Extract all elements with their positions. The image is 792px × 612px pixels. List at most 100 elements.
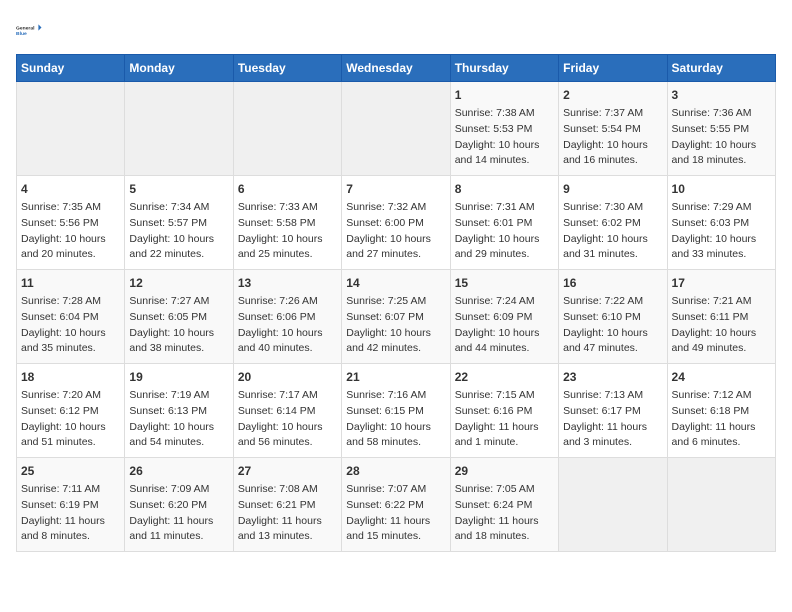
day-info: and 16 minutes. [563, 153, 662, 169]
day-info: Sunset: 6:10 PM [563, 310, 662, 326]
calendar-cell: 3Sunrise: 7:36 AMSunset: 5:55 PMDaylight… [667, 82, 775, 176]
day-info: Daylight: 11 hours [563, 420, 662, 436]
day-info: Daylight: 10 hours [672, 326, 771, 342]
day-info: and 40 minutes. [238, 341, 337, 357]
calendar-cell [667, 458, 775, 552]
header-day: Sunday [17, 55, 125, 82]
day-info: Sunrise: 7:32 AM [346, 200, 445, 216]
header-day: Saturday [667, 55, 775, 82]
calendar-cell: 9Sunrise: 7:30 AMSunset: 6:02 PMDaylight… [559, 176, 667, 270]
day-info: and 42 minutes. [346, 341, 445, 357]
calendar-cell: 13Sunrise: 7:26 AMSunset: 6:06 PMDayligh… [233, 270, 341, 364]
calendar-cell: 24Sunrise: 7:12 AMSunset: 6:18 PMDayligh… [667, 364, 775, 458]
day-info: Daylight: 10 hours [455, 232, 554, 248]
day-info: Daylight: 11 hours [346, 514, 445, 530]
day-info: and 13 minutes. [238, 529, 337, 545]
day-info: and 18 minutes. [455, 529, 554, 545]
calendar-cell: 16Sunrise: 7:22 AMSunset: 6:10 PMDayligh… [559, 270, 667, 364]
calendar-week: 1Sunrise: 7:38 AMSunset: 5:53 PMDaylight… [17, 82, 776, 176]
day-info: Daylight: 10 hours [21, 326, 120, 342]
day-number: 15 [455, 274, 554, 292]
day-info: and 3 minutes. [563, 435, 662, 451]
day-info: Sunrise: 7:24 AM [455, 294, 554, 310]
day-info: Daylight: 10 hours [129, 232, 228, 248]
day-info: Sunset: 6:11 PM [672, 310, 771, 326]
day-info: and 51 minutes. [21, 435, 120, 451]
day-info: Daylight: 10 hours [455, 138, 554, 154]
day-info: Daylight: 10 hours [21, 232, 120, 248]
day-info: and 1 minute. [455, 435, 554, 451]
day-info: and 54 minutes. [129, 435, 228, 451]
header-day: Friday [559, 55, 667, 82]
day-info: Sunset: 6:22 PM [346, 498, 445, 514]
day-number: 13 [238, 274, 337, 292]
day-info: Daylight: 10 hours [563, 138, 662, 154]
day-info: Daylight: 11 hours [672, 420, 771, 436]
day-info: Sunrise: 7:26 AM [238, 294, 337, 310]
day-info: Sunrise: 7:09 AM [129, 482, 228, 498]
calendar-cell: 8Sunrise: 7:31 AMSunset: 6:01 PMDaylight… [450, 176, 558, 270]
calendar-cell: 4Sunrise: 7:35 AMSunset: 5:56 PMDaylight… [17, 176, 125, 270]
day-info: Sunrise: 7:38 AM [455, 106, 554, 122]
day-info: and 22 minutes. [129, 247, 228, 263]
day-info: Sunset: 5:55 PM [672, 122, 771, 138]
day-info: Daylight: 10 hours [21, 420, 120, 436]
calendar-cell: 10Sunrise: 7:29 AMSunset: 6:03 PMDayligh… [667, 176, 775, 270]
calendar-cell: 27Sunrise: 7:08 AMSunset: 6:21 PMDayligh… [233, 458, 341, 552]
day-info: Sunrise: 7:16 AM [346, 388, 445, 404]
day-info: Daylight: 10 hours [672, 232, 771, 248]
day-info: Sunrise: 7:29 AM [672, 200, 771, 216]
day-info: Sunrise: 7:34 AM [129, 200, 228, 216]
day-number: 22 [455, 368, 554, 386]
day-info: Sunset: 6:19 PM [21, 498, 120, 514]
day-info: Daylight: 11 hours [129, 514, 228, 530]
day-info: Daylight: 10 hours [129, 326, 228, 342]
day-info: Sunrise: 7:11 AM [21, 482, 120, 498]
day-info: and 20 minutes. [21, 247, 120, 263]
header-day: Wednesday [342, 55, 450, 82]
day-info: Sunrise: 7:33 AM [238, 200, 337, 216]
day-info: Sunrise: 7:13 AM [563, 388, 662, 404]
day-info: Sunset: 5:57 PM [129, 216, 228, 232]
day-info: Sunrise: 7:35 AM [21, 200, 120, 216]
day-info: Sunset: 6:00 PM [346, 216, 445, 232]
day-info: Daylight: 11 hours [455, 420, 554, 436]
day-info: Sunset: 6:03 PM [672, 216, 771, 232]
day-info: Sunrise: 7:21 AM [672, 294, 771, 310]
calendar-cell: 6Sunrise: 7:33 AMSunset: 5:58 PMDaylight… [233, 176, 341, 270]
day-info: and 29 minutes. [455, 247, 554, 263]
calendar-cell: 19Sunrise: 7:19 AMSunset: 6:13 PMDayligh… [125, 364, 233, 458]
day-number: 21 [346, 368, 445, 386]
svg-text:Blue: Blue [16, 31, 27, 37]
day-number: 12 [129, 274, 228, 292]
day-number: 18 [21, 368, 120, 386]
calendar-week: 4Sunrise: 7:35 AMSunset: 5:56 PMDaylight… [17, 176, 776, 270]
day-info: Sunset: 6:21 PM [238, 498, 337, 514]
calendar-cell: 1Sunrise: 7:38 AMSunset: 5:53 PMDaylight… [450, 82, 558, 176]
day-info: and 58 minutes. [346, 435, 445, 451]
calendar-week: 25Sunrise: 7:11 AMSunset: 6:19 PMDayligh… [17, 458, 776, 552]
day-info: Daylight: 11 hours [238, 514, 337, 530]
day-info: and 56 minutes. [238, 435, 337, 451]
day-info: Sunrise: 7:05 AM [455, 482, 554, 498]
calendar-cell: 23Sunrise: 7:13 AMSunset: 6:17 PMDayligh… [559, 364, 667, 458]
calendar-cell [342, 82, 450, 176]
day-number: 23 [563, 368, 662, 386]
day-number: 3 [672, 86, 771, 104]
calendar-cell: 28Sunrise: 7:07 AMSunset: 6:22 PMDayligh… [342, 458, 450, 552]
day-info: Sunset: 6:12 PM [21, 404, 120, 420]
day-info: Sunset: 6:02 PM [563, 216, 662, 232]
day-info: and 31 minutes. [563, 247, 662, 263]
day-info: and 47 minutes. [563, 341, 662, 357]
calendar-cell: 26Sunrise: 7:09 AMSunset: 6:20 PMDayligh… [125, 458, 233, 552]
calendar-cell: 25Sunrise: 7:11 AMSunset: 6:19 PMDayligh… [17, 458, 125, 552]
day-number: 7 [346, 180, 445, 198]
day-number: 2 [563, 86, 662, 104]
day-info: and 44 minutes. [455, 341, 554, 357]
day-number: 28 [346, 462, 445, 480]
day-info: Sunset: 6:09 PM [455, 310, 554, 326]
header-day: Monday [125, 55, 233, 82]
day-info: and 11 minutes. [129, 529, 228, 545]
calendar-cell: 12Sunrise: 7:27 AMSunset: 6:05 PMDayligh… [125, 270, 233, 364]
calendar-cell: 17Sunrise: 7:21 AMSunset: 6:11 PMDayligh… [667, 270, 775, 364]
